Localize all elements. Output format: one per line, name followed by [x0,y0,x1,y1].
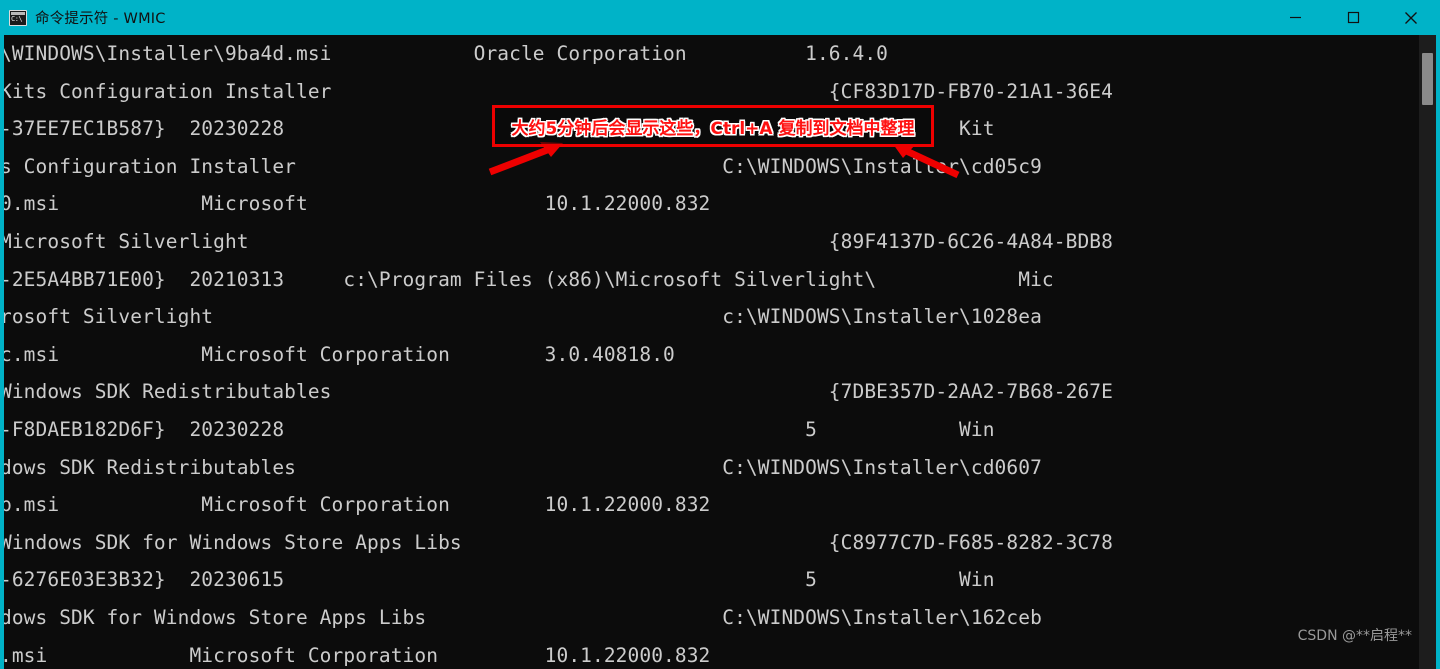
console-line: 0.msi Microsoft 10.1.22000.832 [0,192,711,216]
console-line: Windows SDK Redistributables {7DBE357D-2… [0,380,1113,404]
vertical-scrollbar[interactable] [1419,35,1436,669]
close-button[interactable] [1382,0,1440,35]
minimize-icon [1289,16,1301,19]
console-line: -2E5A4BB71E00} 20210313 c:\Program Files… [0,267,1054,291]
console-line: dows SDK Redistributables C:\WINDOWS\Ins… [0,455,1042,479]
command-prompt-window: 命令提示符 - WMIC \WINDOW [0,0,1440,669]
cmd-console-icon [9,9,27,26]
console-line: Microsoft Silverlight {89F4137D-6C26-4A8… [0,229,1113,253]
annotation-callout-box: 大约5分钟后会显示这些，Ctrl+A 复制到文档中整理 [492,105,934,147]
console-line: dows SDK for Windows Store Apps Libs C:\… [0,605,1042,629]
console-line: Windows SDK for Windows Store Apps Libs … [0,530,1113,554]
window-left-edge [0,35,4,669]
maximize-icon [1347,11,1359,24]
console-line: s Configuration Installer C:\WINDOWS\Ins… [0,154,1042,178]
console-line: rosoft Silverlight c:\WINDOWS\Installer\… [0,305,1042,329]
console-line: .msi Microsoft Corporation 10.1.22000.83… [0,643,711,667]
window-right-edge [1436,35,1440,669]
window-controls [1266,0,1440,35]
titlebar-left-group: 命令提示符 - WMIC [0,7,1266,28]
minimize-button[interactable] [1266,0,1324,35]
close-icon [1405,11,1417,24]
console-output-area[interactable]: \WINDOWS\Installer\9ba4d.msi Oracle Corp… [0,35,1440,669]
window-title: 命令提示符 - WMIC [35,11,166,27]
csdn-watermark: CSDN @**启程** [1297,628,1412,644]
console-line: b.msi Microsoft Corporation 10.1.22000.8… [0,493,711,517]
annotation-text: 大约5分钟后会显示这些，Ctrl+A 复制到文档中整理 [511,118,915,139]
console-line: \WINDOWS\Installer\9ba4d.msi Oracle Corp… [0,42,888,65]
console-line: -6276E03E3B32} 20230615 5 Win [0,568,995,592]
maximize-button[interactable] [1324,0,1382,35]
console-line: -F8DAEB182D6F} 20230228 5 Win [0,417,995,441]
console-line: c.msi Microsoft Corporation 3.0.40818.0 [0,342,675,366]
scrollbar-thumb[interactable] [1422,53,1433,105]
window-titlebar[interactable]: 命令提示符 - WMIC [0,0,1440,35]
